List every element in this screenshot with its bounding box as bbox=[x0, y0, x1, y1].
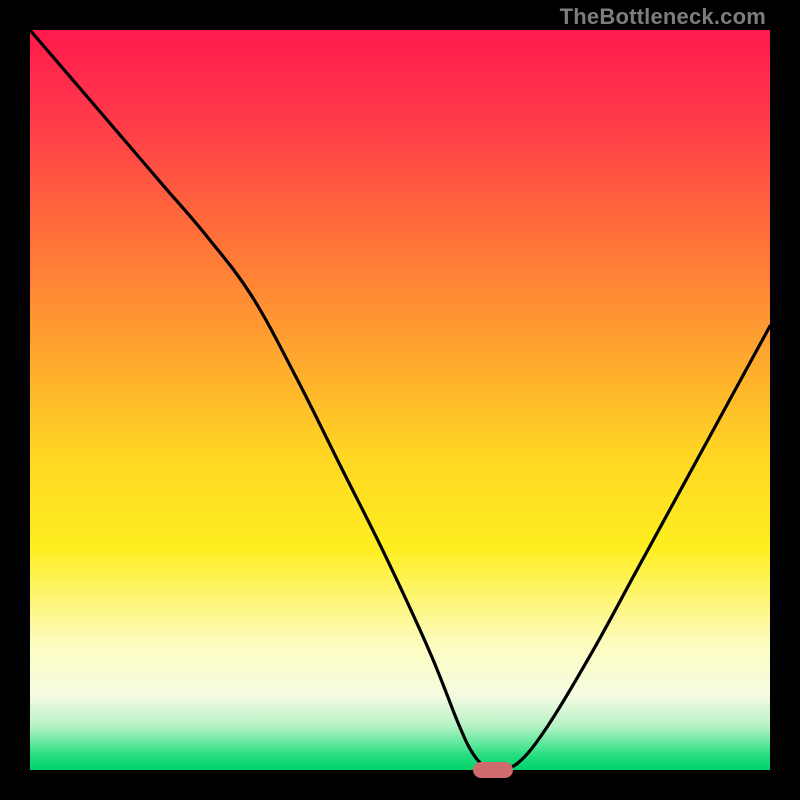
bottleneck-curve bbox=[30, 30, 770, 770]
plot-area bbox=[30, 30, 770, 770]
watermark-text: TheBottleneck.com bbox=[560, 4, 766, 30]
optimal-marker bbox=[473, 762, 513, 778]
chart-frame: TheBottleneck.com bbox=[0, 0, 800, 800]
